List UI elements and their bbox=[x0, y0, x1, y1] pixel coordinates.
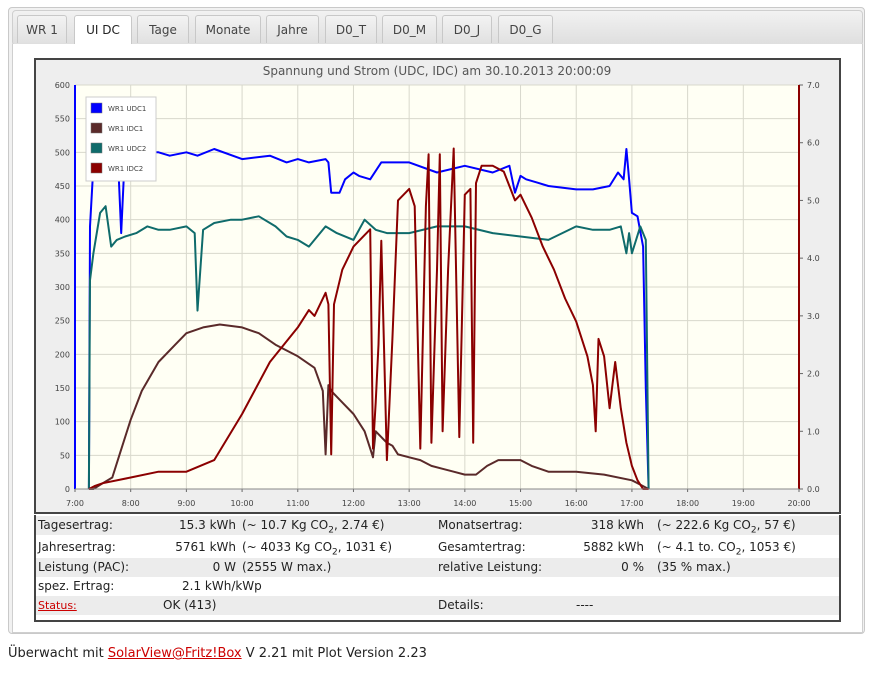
tagesertrag-note: (~ 10.7 Kg CO2, 2.74 €) bbox=[242, 518, 385, 536]
footer-suffix: V 2.21 mit Plot Version 2.23 bbox=[241, 646, 427, 661]
x-tick-label: 14:00 bbox=[453, 499, 476, 508]
x-tick-label: 19:00 bbox=[732, 499, 755, 508]
y-left-tick-label: 300 bbox=[55, 283, 70, 292]
tab-d0-t[interactable]: D0_T bbox=[325, 15, 377, 43]
y-left-tick-label: 550 bbox=[55, 115, 70, 124]
x-tick-label: 18:00 bbox=[676, 499, 699, 508]
row-leistung: Leistung (PAC): 0 W (2555 W max.) relati… bbox=[36, 558, 839, 577]
y-right-tick-label: 6.0 bbox=[807, 139, 820, 148]
y-left-tick-label: 50 bbox=[60, 451, 70, 460]
x-tick-label: 20:00 bbox=[787, 499, 810, 508]
chart-title: Spannung und Strom (UDC, IDC) am 30.10.2… bbox=[263, 64, 612, 78]
gesamtertrag-value: 5882 kWh bbox=[583, 540, 644, 554]
tab-tage[interactable]: Tage bbox=[137, 15, 189, 43]
x-tick-label: 15:00 bbox=[509, 499, 532, 508]
spez-ertrag-label: spez. Ertrag: bbox=[38, 579, 115, 593]
spez-ertrag-value: 2.1 kWh/kWp bbox=[182, 579, 262, 593]
x-tick-label: 12:00 bbox=[342, 499, 365, 508]
details-value: ---- bbox=[576, 598, 594, 612]
tab-content: Spannung und Strom (UDC, IDC) am 30.10.2… bbox=[12, 44, 863, 633]
legend-label: WR1 UDC2 bbox=[108, 145, 146, 153]
tab-monate[interactable]: Monate bbox=[195, 15, 261, 43]
y-left-tick-label: 250 bbox=[55, 317, 70, 326]
footer: Überwacht mit SolarView@Fritz!Box V 2.21… bbox=[8, 646, 427, 661]
y-left-tick-label: 200 bbox=[55, 350, 70, 359]
x-tick-label: 9:00 bbox=[177, 499, 195, 508]
row-ertrag-1: Tagesertrag: 15.3 kWh (~ 10.7 Kg CO2, 2.… bbox=[36, 516, 839, 535]
monatsertrag-note: (~ 222.6 Kg CO2, 57 €) bbox=[657, 518, 796, 536]
row-ertrag-2: Jahresertrag: 5761 kWh (~ 4033 Kg CO2, 1… bbox=[36, 538, 839, 557]
leistung-value: 0 W bbox=[212, 560, 236, 574]
tab-bar: WR 1 UI DC Tage Monate Jahre D0_T D0_M D… bbox=[12, 10, 863, 46]
x-tick-label: 7:00 bbox=[66, 499, 84, 508]
y-right-tick-label: 5.0 bbox=[807, 196, 820, 205]
uidc-chart: Spannung und Strom (UDC, IDC) am 30.10.2… bbox=[55, 64, 820, 508]
y-left-tick-label: 150 bbox=[55, 384, 70, 393]
legend-swatch bbox=[90, 122, 103, 134]
x-tick-label: 13:00 bbox=[398, 499, 421, 508]
legend-label: WR1 IDC1 bbox=[108, 125, 143, 133]
x-tick-label: 11:00 bbox=[286, 499, 309, 508]
y-left-tick-label: 400 bbox=[55, 216, 70, 225]
y-right-tick-label: 2.0 bbox=[807, 370, 820, 379]
y-right-tick-label: 7.0 bbox=[807, 81, 820, 90]
leistung-note: (2555 W max.) bbox=[242, 560, 332, 574]
y-right-tick-label: 0.0 bbox=[807, 485, 820, 494]
leistung-label: Leistung (PAC): bbox=[38, 560, 130, 574]
x-tick-label: 17:00 bbox=[620, 499, 643, 508]
y-right-tick-label: 1.0 bbox=[807, 427, 820, 436]
y-left-tick-label: 100 bbox=[55, 418, 70, 427]
row-spez: spez. Ertrag: 2.1 kWh/kWp bbox=[36, 577, 839, 596]
x-tick-label: 8:00 bbox=[122, 499, 140, 508]
legend-label: WR1 IDC2 bbox=[108, 165, 143, 173]
tagesertrag-value: 15.3 kWh bbox=[179, 518, 236, 532]
x-tick-label: 10:00 bbox=[231, 499, 254, 508]
y-right-tick-label: 4.0 bbox=[807, 254, 820, 263]
jahresertrag-label: Jahresertrag: bbox=[38, 540, 116, 554]
tab-d0-j[interactable]: D0_J bbox=[442, 15, 492, 43]
jahresertrag-value: 5761 kWh bbox=[175, 540, 236, 554]
y-left-tick-label: 0 bbox=[65, 485, 70, 494]
relative-leistung-value: 0 % bbox=[621, 560, 644, 574]
y-right-tick-label: 3.0 bbox=[807, 312, 820, 321]
status-link[interactable]: Status: bbox=[38, 596, 77, 615]
legend-swatch bbox=[90, 162, 103, 174]
monatsertrag-value: 318 kWh bbox=[590, 518, 644, 532]
x-tick-label: 16:00 bbox=[565, 499, 588, 508]
main-frame: WR 1 UI DC Tage Monate Jahre D0_T D0_M D… bbox=[8, 7, 865, 634]
tab-ui-dc[interactable]: UI DC bbox=[74, 15, 132, 46]
legend-label: WR1 UDC1 bbox=[108, 105, 146, 113]
tagesertrag-label: Tagesertrag: bbox=[38, 518, 113, 532]
y-left-tick-label: 600 bbox=[55, 81, 70, 90]
legend-swatch bbox=[90, 142, 103, 154]
y-left-tick-label: 450 bbox=[55, 182, 70, 191]
relative-leistung-note: (35 % max.) bbox=[657, 560, 731, 574]
solarview-link[interactable]: SolarView@Fritz!Box bbox=[108, 646, 242, 661]
tab-d0-g[interactable]: D0_G bbox=[498, 15, 553, 43]
chart-panel: Spannung und Strom (UDC, IDC) am 30.10.2… bbox=[34, 58, 841, 514]
tab-wr1[interactable]: WR 1 bbox=[17, 15, 67, 43]
footer-prefix: Überwacht mit bbox=[8, 646, 108, 661]
status-value: OK (413) bbox=[163, 598, 217, 612]
legend-swatch bbox=[90, 102, 103, 114]
tab-d0-m[interactable]: D0_M bbox=[382, 15, 437, 43]
y-left-tick-label: 500 bbox=[55, 148, 70, 157]
info-table: Tagesertrag: 15.3 kWh (~ 10.7 Kg CO2, 2.… bbox=[34, 515, 841, 622]
monatsertrag-label: Monatsertrag: bbox=[438, 518, 523, 532]
row-status: Status: OK (413) Details: ---- bbox=[36, 596, 839, 615]
tab-jahre[interactable]: Jahre bbox=[266, 15, 319, 43]
relative-leistung-label: relative Leistung: bbox=[438, 560, 543, 574]
y-left-tick-label: 350 bbox=[55, 249, 70, 258]
gesamtertrag-label: Gesamtertrag: bbox=[438, 540, 526, 554]
details-label: Details: bbox=[438, 598, 484, 612]
